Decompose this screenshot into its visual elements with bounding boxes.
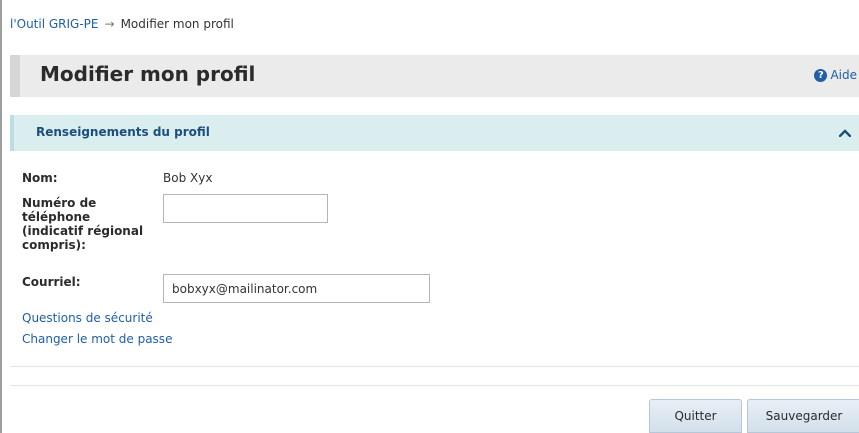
change-password-link[interactable]: Changer le mot de passe [22,332,172,346]
email-field[interactable] [163,274,430,303]
security-questions-link[interactable]: Questions de sécurité [22,311,153,325]
phone-field[interactable] [163,194,328,223]
profile-section-title: Renseignements du profil [36,125,210,139]
save-button[interactable]: Sauvegarder [747,399,859,433]
profile-section-header[interactable]: Renseignements du profil [10,115,859,151]
breadcrumb: l'Outil GRIG-PE → Modifier mon profil [10,17,234,31]
section-divider [10,366,859,367]
help-label: Aide [830,68,857,82]
page-frame: l'Outil GRIG-PE → Modifier mon profil Modi… [0,0,859,433]
breadcrumb-current: Modifier mon profil [120,17,234,31]
help-link[interactable]: ? Aide [814,68,857,82]
question-circle-icon: ? [814,68,828,82]
breadcrumb-separator: → [104,17,115,31]
name-value: Bob Xyx [163,171,213,185]
breadcrumb-root-link[interactable]: l'Outil GRIG-PE [10,17,99,31]
email-label: Courriel: [22,275,81,289]
footer-divider [10,385,859,386]
page-title: Modifier mon profil [40,62,256,86]
phone-label: Numéro de téléphone (indicatif régional … [22,196,144,252]
page-title-bar: Modifier mon profil ? Aide [10,55,859,97]
quit-button[interactable]: Quitter [649,399,742,433]
name-label: Nom: [22,171,58,185]
chevron-up-icon[interactable] [839,129,851,137]
